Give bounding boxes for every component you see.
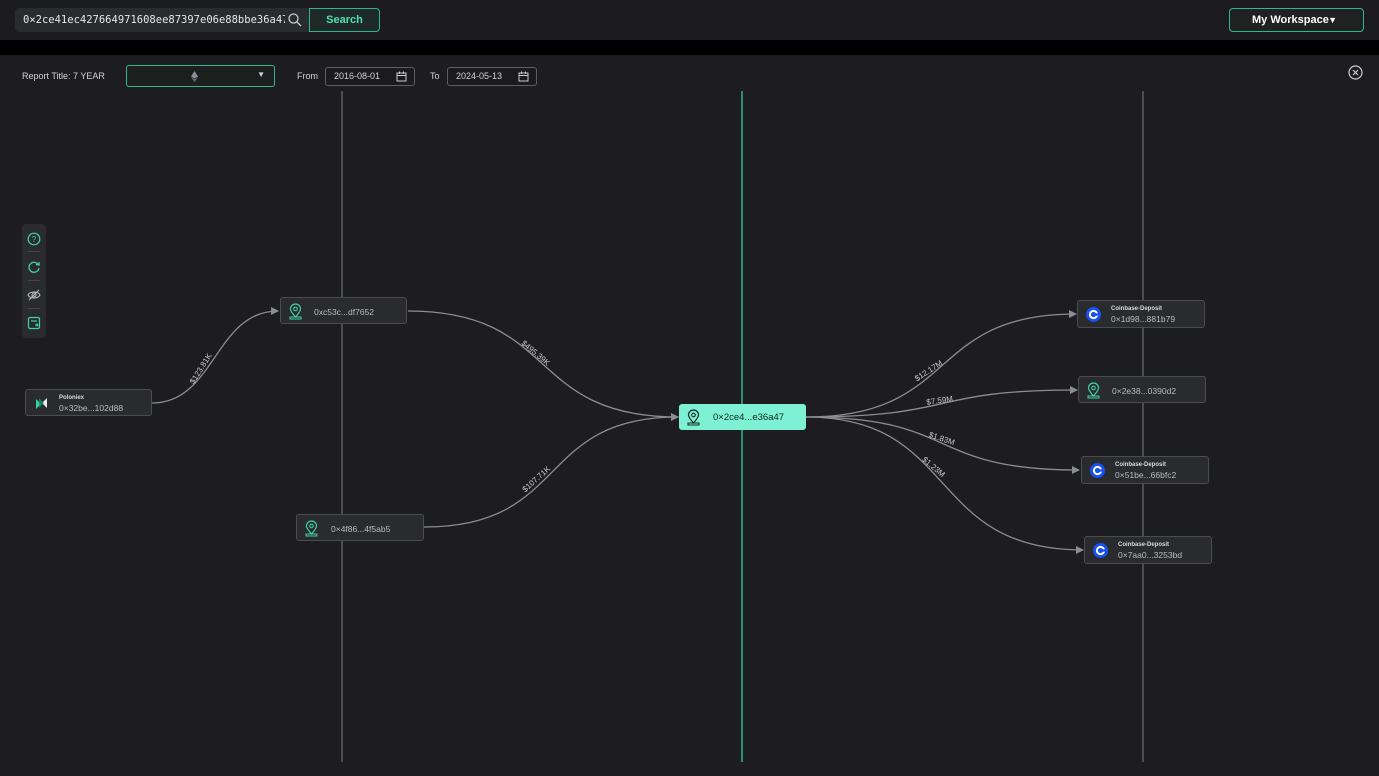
coinbase-logo-icon (1086, 307, 1101, 322)
to-date-input[interactable]: 2024-05-13 (447, 67, 537, 86)
search-box[interactable]: 0×2ce41ec427664971608ee87397e06e88bbe36a… (15, 8, 309, 32)
node-label: Coinbase-Deposit (1115, 462, 1167, 468)
svg-text:?: ? (32, 235, 37, 244)
search-button[interactable]: Search (309, 8, 380, 32)
node-poloniex[interactable]: Poloniex 0×32be...102d88 (25, 389, 152, 416)
node-out-3[interactable]: Coinbase-Deposit 0×51be...66bfc2 (1081, 456, 1209, 484)
from-date-value: 2016-08-01 (334, 71, 381, 81)
ethereum-icon (191, 71, 198, 82)
node-address: 0×4f86...4f5ab5 (331, 524, 391, 534)
toolbar-divider (28, 251, 40, 252)
help-icon[interactable]: ? (27, 232, 41, 246)
edge-label-center-to-out-1: $12.17M (913, 358, 944, 383)
location-pin-icon (305, 520, 318, 537)
coinbase-logo-icon (1093, 543, 1108, 558)
edge-hop-b-to-center[interactable] (423, 413, 679, 528)
node-address: 0×1d98...881b79 (1111, 314, 1176, 324)
calendar-icon[interactable] (518, 71, 529, 82)
from-label: From (297, 71, 318, 81)
search-input[interactable]: 0×2ce41ec427664971608ee87397e06e88bbe36a… (23, 8, 285, 32)
node-address: 0×2e38...0390d2 (1112, 386, 1177, 396)
location-pin-icon (1087, 382, 1100, 399)
report-title: Report Title: 7 YEAR (22, 71, 105, 81)
edge-label-hop-b-to-center: $107.71K (521, 464, 553, 494)
close-icon[interactable] (1348, 65, 1363, 80)
toolbar-divider (28, 308, 40, 309)
search-icon[interactable] (287, 12, 303, 28)
edge-label-center-to-out-3: $1.83M (928, 430, 956, 447)
calendar-icon[interactable] (396, 71, 407, 82)
node-out-2[interactable]: 0×2e38...0390d2 (1078, 376, 1206, 403)
location-pin-icon (289, 303, 302, 320)
workspace-dropdown[interactable]: My Workspace ▼ (1229, 8, 1364, 32)
node-address: 0×7aa0...3253bd (1118, 550, 1183, 560)
to-label: To (430, 71, 440, 81)
edge-label-center-to-out-4: $1.23M (920, 455, 946, 479)
from-date-input[interactable]: 2016-08-01 (325, 67, 415, 86)
toolbar-divider (28, 280, 40, 281)
node-address: 0xc53c...df7652 (314, 307, 375, 317)
save-icon[interactable] (27, 316, 41, 330)
node-center-selected[interactable]: 0×2ce4...e36a47 (679, 404, 806, 430)
graph-toolbar: ? (22, 224, 46, 338)
node-hop-b[interactable]: 0×4f86...4f5ab5 (296, 514, 424, 541)
edge-label-poloniex-to-hop-a: $123.81K (188, 351, 214, 385)
node-out-1[interactable]: Coinbase-Deposit 0×1d98...881b79 (1077, 300, 1205, 328)
caret-down-icon: ▼ (257, 70, 265, 79)
to-date-value: 2024-05-13 (456, 71, 503, 81)
hide-icon[interactable] (27, 288, 41, 302)
workspace-label: My Workspace (1252, 14, 1329, 26)
refresh-icon[interactable] (27, 260, 41, 274)
edge-label-hop-a-to-center: $495.39K (520, 339, 553, 368)
poloniex-logo-icon (36, 398, 47, 409)
node-out-4[interactable]: Coinbase-Deposit 0×7aa0...3253bd (1084, 536, 1212, 564)
edge-label-center-to-out-2: $7.59M (926, 394, 954, 407)
node-address: 0×51be...66bfc2 (1115, 470, 1177, 480)
chain-select[interactable]: ▼ (126, 65, 275, 87)
node-label: Coinbase-Deposit (1111, 306, 1163, 312)
node-address: 0×32be...102d88 (59, 403, 124, 413)
coinbase-logo-icon (1090, 463, 1105, 478)
graph-panel: $123.81K $495.39K $107.71K $12.17M $7.59… (0, 55, 1379, 776)
caret-down-icon: ▼ (1328, 15, 1337, 25)
node-label: Coinbase-Deposit (1118, 542, 1170, 548)
node-label: Poloniex (59, 395, 85, 401)
node-hop-a[interactable]: 0xc53c...df7652 (280, 297, 407, 324)
location-pin-icon (687, 409, 700, 426)
node-address: 0×2ce4...e36a47 (713, 412, 785, 423)
edge-poloniex-to-hop-a[interactable] (151, 307, 279, 404)
top-bar: 0×2ce41ec427664971608ee87397e06e88bbe36a… (0, 0, 1379, 40)
